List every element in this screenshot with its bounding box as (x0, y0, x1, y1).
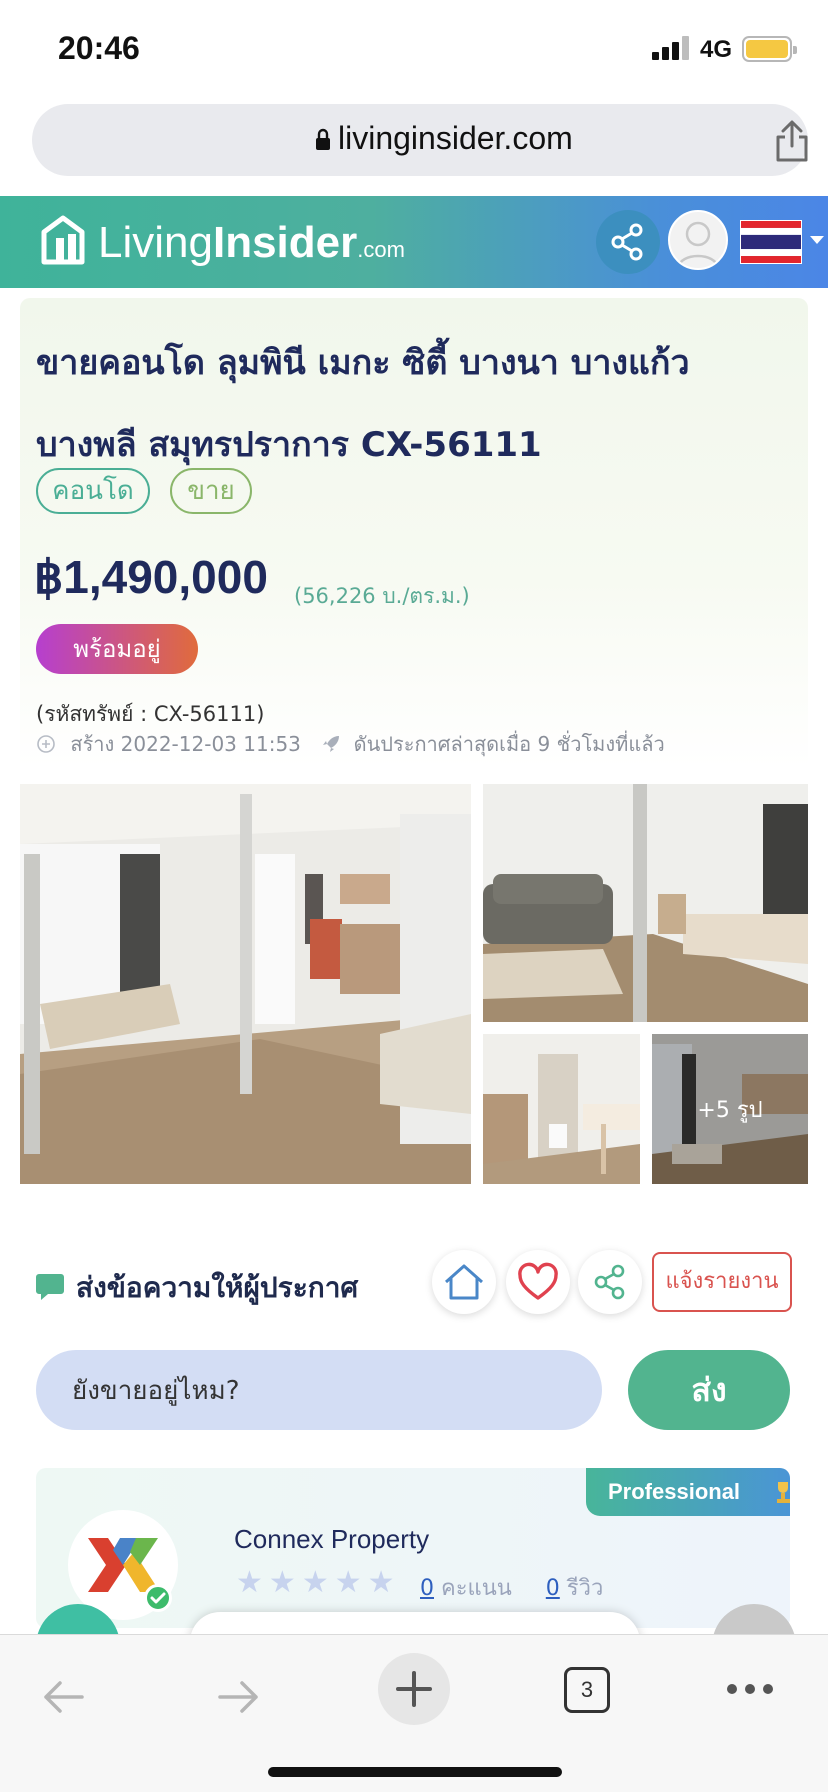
star-icon: ★ (268, 1565, 296, 1600)
listing-title-line-1: ขายคอนโด ลุมพินี เมกะ ซิตี้ บางนา บางแก้… (36, 343, 690, 383)
user-icon (670, 212, 726, 268)
listing-card: ขายคอนโด ลุมพินี เมกะ ซิตี้ บางนา บางแก้… (20, 298, 808, 768)
site-header: LivingInsider.com (0, 196, 828, 288)
report-button[interactable]: แจ้งรายงาน (652, 1252, 792, 1312)
review-count[interactable]: 0 (546, 1576, 560, 1601)
signal-icon (652, 36, 692, 60)
share-icon[interactable] (772, 120, 812, 162)
site-logo[interactable]: LivingInsider.com (98, 218, 405, 268)
price-per-sqm: (56,226 บ./ตร.ม.) (294, 584, 470, 608)
more-photos-label[interactable]: +5 รูป (652, 1034, 808, 1184)
photo-4-more[interactable]: +5 รูป (652, 1034, 808, 1184)
status-time: 20:46 (58, 30, 140, 66)
logo-word-living: Living (98, 218, 213, 267)
heart-icon (518, 1262, 558, 1300)
rating-count[interactable]: 0 (420, 1576, 434, 1601)
send-button[interactable]: ส่ง (628, 1350, 790, 1430)
livinginsider-logo-icon[interactable] (40, 212, 86, 268)
message-heading: ส่งข้อความให้ผู้ประกาศ (76, 1271, 359, 1304)
rocket-icon (323, 736, 340, 752)
trophy-icon (777, 1482, 790, 1503)
photo-3[interactable] (483, 1034, 640, 1184)
listing-price: ฿1,490,000 (34, 551, 268, 603)
plus-icon (396, 1671, 432, 1707)
rating-label: คะแนน (441, 1576, 512, 1601)
favorite-button[interactable] (506, 1250, 570, 1314)
professional-badge: Professional (586, 1468, 790, 1516)
listing-share-button[interactable] (578, 1250, 642, 1314)
home-button[interactable] (432, 1250, 496, 1314)
created-date: สร้าง 2022-12-03 11:53 (70, 732, 301, 756)
star-icon: ★ (334, 1565, 362, 1600)
rating-stars: ★ ★ ★ ★ ★ (236, 1568, 401, 1598)
browser-toolbar: 3 (0, 1634, 828, 1792)
language-dropdown-icon[interactable] (810, 236, 824, 244)
property-code: (รหัสทรัพย์ : CX-56111) (36, 702, 265, 726)
tag-sale[interactable]: ขาย (170, 468, 252, 514)
tag-condo[interactable]: คอนโด (36, 468, 150, 514)
verified-icon (144, 1584, 172, 1612)
photo-gallery: +5 รูป (20, 784, 808, 1184)
network-type: 4G (700, 36, 733, 63)
star-icon: ★ (367, 1565, 395, 1600)
more-icon[interactable] (726, 1683, 774, 1695)
lock-icon (316, 128, 330, 150)
agent-name[interactable]: Connex Property (234, 1524, 429, 1555)
main-photo[interactable] (20, 784, 471, 1184)
address-bar[interactable]: livinginsider.com (32, 104, 808, 176)
page: 20:46 4G livinginsider.com LivingInsider… (0, 0, 828, 1792)
star-icon: ★ (301, 1565, 329, 1600)
header-share-button[interactable] (596, 210, 660, 274)
logo-com: .com (357, 237, 405, 262)
rating-summary: 0 คะแนน 0 รีวิว (420, 1570, 603, 1605)
listing-title-line-2: บางพลี สมุทรปราการ CX-56111 (36, 425, 542, 465)
home-icon (445, 1264, 483, 1300)
new-tab-button[interactable] (378, 1653, 450, 1725)
professional-badge-label: Professional (608, 1479, 741, 1504)
review-label: รีวิว (566, 1576, 604, 1601)
home-indicator (268, 1767, 562, 1777)
back-arrow-icon[interactable] (38, 1677, 88, 1717)
user-avatar[interactable] (668, 210, 728, 270)
ready-status-badge: พร้อมอยู่ (36, 624, 198, 674)
message-input[interactable] (36, 1350, 602, 1430)
forward-arrow-icon[interactable] (214, 1677, 264, 1717)
listing-meta: สร้าง 2022-12-03 11:53 ดันประกาศล่าสุดเม… (36, 728, 665, 760)
tabs-button[interactable]: 3 (564, 1667, 610, 1713)
listing-title: ขายคอนโด ลุมพินี เมกะ ซิตี้ บางนา บางแก้… (36, 322, 796, 486)
url-text: livinginsider.com (338, 120, 573, 156)
star-icon: ★ (236, 1565, 263, 1600)
status-bar: 20:46 4G (0, 0, 828, 96)
photo-2[interactable] (483, 784, 808, 1022)
logo-word-insider: Insider (212, 218, 358, 267)
chat-bubble-icon (36, 1274, 64, 1300)
share-nodes-icon (611, 223, 643, 261)
thai-flag-icon[interactable] (740, 220, 802, 264)
battery-icon (742, 36, 797, 62)
boost-time: ดันประกาศล่าสุดเมื่อ 9 ชั่วโมงที่แล้ว (353, 732, 665, 756)
plus-circle-icon (37, 735, 55, 753)
share-nodes-icon (594, 1264, 625, 1300)
